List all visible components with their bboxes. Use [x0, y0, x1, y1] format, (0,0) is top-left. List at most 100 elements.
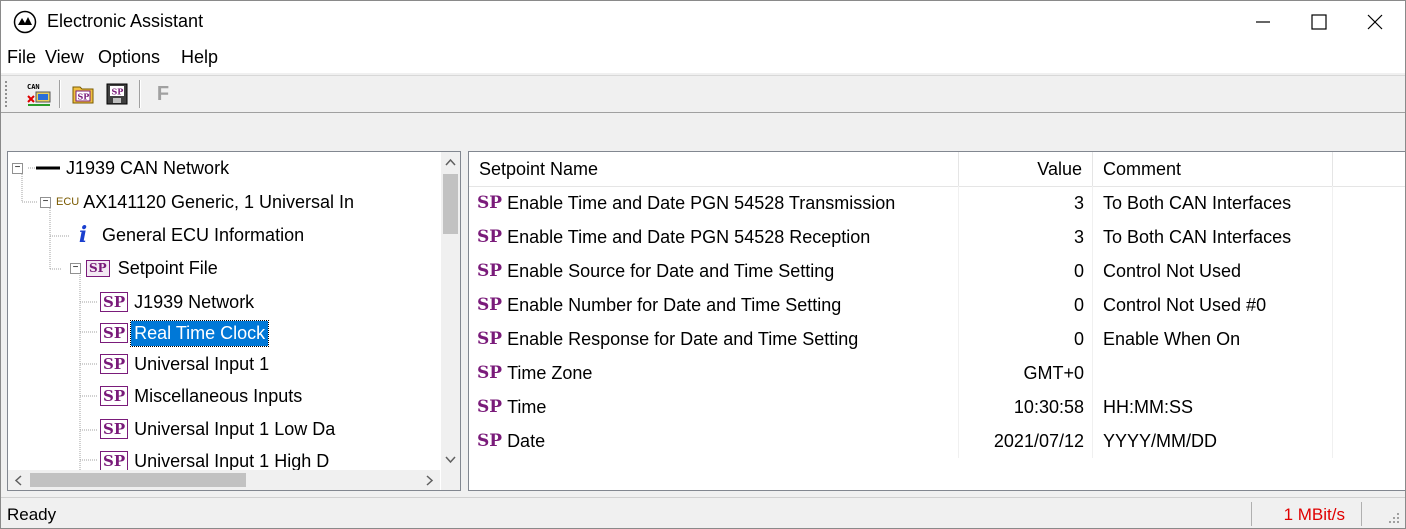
maximize-icon: [1311, 13, 1327, 30]
tree-expander-setpoint-file[interactable]: −: [70, 263, 81, 274]
menu-view[interactable]: View: [45, 47, 84, 68]
setpoint-name: Date: [507, 430, 546, 451]
setpoint-icon: SP: [100, 292, 129, 312]
table-row[interactable]: SP Enable Number for Date and Time Settin…: [469, 288, 1405, 322]
tree-horizontal-scroll-thumb[interactable]: [30, 473, 246, 487]
tree-label-setpoint-item: Miscellaneous Inputs: [134, 385, 303, 406]
menu-help[interactable]: Help: [181, 47, 218, 68]
tree-node-general-info[interactable]: i General ECU Information: [72, 220, 304, 250]
table-row[interactable]: SP Time Zone GMT+0: [469, 356, 1405, 390]
resize-grip-icon[interactable]: [1387, 511, 1401, 525]
cell-value[interactable]: 3: [959, 220, 1093, 254]
setpoint-name: Enable Source for Date and Time Setting: [507, 260, 835, 281]
tree-label-ecu: AX141120 Generic, 1 Universal In: [83, 191, 355, 212]
table-header: Setpoint Name Value Comment: [469, 152, 1405, 187]
tree-node-ecu[interactable]: ECU AX141120 Generic, 1 Universal In: [56, 187, 354, 217]
scroll-up-icon[interactable]: [445, 158, 456, 166]
cell-comment: To Both CAN Interfaces: [1093, 186, 1333, 220]
table-row[interactable]: SP Enable Time and Date PGN 54528 Recepti…: [469, 220, 1405, 254]
setpoint-icon: SP: [477, 329, 503, 349]
toolbar-grip[interactable]: [5, 81, 10, 107]
setpoint-icon: SP: [477, 363, 503, 383]
setpoint-name: Time: [507, 396, 547, 417]
scroll-right-icon[interactable]: [426, 475, 434, 486]
save-setpoint-button[interactable]: SP: [103, 80, 131, 108]
cell-value[interactable]: 10:30:58: [959, 390, 1093, 424]
save-setpoint-icon: SP: [106, 83, 128, 105]
can-connect-button[interactable]: CAN: [25, 80, 53, 108]
menu-file[interactable]: File: [7, 47, 36, 68]
tree-node-setpoint-item[interactable]: SP Universal Input 1: [100, 349, 269, 379]
tree-node-setpoint-item[interactable]: SP J1939 Network: [100, 287, 254, 317]
setpoint-name: Enable Response for Date and Time Settin…: [507, 328, 859, 349]
scroll-corner: [441, 470, 460, 490]
network-line-icon: [36, 166, 60, 170]
cell-comment: Control Not Used: [1093, 254, 1333, 288]
table-row[interactable]: SP Enable Source for Date and Time Settin…: [469, 254, 1405, 288]
tree-node-setpoint-item[interactable]: SP Miscellaneous Inputs: [100, 381, 302, 411]
column-header-comment[interactable]: Comment: [1093, 152, 1333, 186]
setpoint-icon: SP: [477, 193, 503, 213]
tree-node-setpoint-item[interactable]: SP Universal Input 1 Low Da: [100, 414, 335, 444]
svg-text:SP: SP: [78, 92, 90, 102]
ecu-icon: ECU: [56, 196, 80, 208]
svg-text:CAN: CAN: [27, 83, 40, 91]
table-row[interactable]: SP Date 2021/07/12 YYYY/MM/DD: [469, 424, 1405, 458]
tree-node-setpoint-item[interactable]: SP Universal Input 1 High D: [100, 446, 329, 470]
cell-comment: YYYY/MM/DD: [1093, 424, 1333, 458]
cell-setpoint-name: SP Enable Time and Date PGN 54528 Transmi…: [469, 186, 959, 220]
tree-content: − J1939 CAN Network − ECU AX141120 Gener…: [8, 152, 440, 470]
cell-value[interactable]: 0: [959, 322, 1093, 356]
table-row[interactable]: SP Enable Response for Date and Time Sett…: [469, 322, 1405, 356]
scroll-left-icon[interactable]: [14, 475, 22, 486]
setpoint-icon: SP: [100, 451, 129, 470]
setpoint-icon: SP: [100, 354, 129, 374]
tree-label-setpoint-item: Universal Input 1 High D: [134, 450, 330, 471]
column-header-value[interactable]: Value: [959, 152, 1093, 186]
cell-value[interactable]: 2021/07/12: [959, 424, 1093, 458]
status-separator: [1361, 502, 1362, 526]
cell-comment: Control Not Used #0: [1093, 288, 1333, 322]
tree-node-setpoint-item-selected[interactable]: SP Real Time Clock: [100, 318, 270, 348]
cell-value[interactable]: GMT+0: [959, 356, 1093, 390]
close-icon: [1367, 14, 1383, 29]
table-row[interactable]: SP Enable Time and Date PGN 54528 Transmi…: [469, 186, 1405, 220]
cell-value[interactable]: 3: [959, 186, 1093, 220]
tree-label-network: J1939 CAN Network: [66, 157, 230, 178]
open-setpoint-button[interactable]: SP: [69, 80, 97, 108]
tree-vertical-scroll-thumb[interactable]: [443, 174, 458, 234]
cell-value[interactable]: 0: [959, 254, 1093, 288]
tree-node-setpoint-file[interactable]: SP Setpoint File: [86, 253, 218, 283]
maximize-button[interactable]: [1291, 1, 1347, 42]
tree-vertical-scrollbar[interactable]: [441, 152, 460, 470]
cell-value[interactable]: 0: [959, 288, 1093, 322]
cell-setpoint-name: SP Enable Time and Date PGN 54528 Recepti…: [469, 220, 959, 254]
table-row[interactable]: SP Time 10:30:58 HH:MM:SS: [469, 390, 1405, 424]
tree-label-setpoint-item: Universal Input 1: [134, 353, 270, 374]
tree-expander-ecu[interactable]: −: [40, 197, 51, 208]
app-window: Electronic Assistant File View Options H…: [0, 0, 1406, 529]
title-bar[interactable]: Electronic Assistant: [1, 1, 1405, 42]
minimize-button[interactable]: [1235, 1, 1291, 42]
setpoint-icon: SP: [100, 419, 129, 439]
status-bar: Ready 1 MBit/s: [1, 497, 1405, 528]
tree-label-setpoint-item: Real Time Clock: [130, 319, 270, 347]
setpoint-name: Time Zone: [507, 362, 593, 383]
scroll-down-icon[interactable]: [445, 456, 456, 464]
setpoint-table: Setpoint Name Value Comment SP Enable Tim…: [468, 151, 1405, 491]
tree-node-network[interactable]: J1939 CAN Network: [36, 153, 229, 183]
menu-options[interactable]: Options: [98, 47, 160, 68]
column-header-setpoint-name[interactable]: Setpoint Name: [469, 152, 959, 186]
flash-button[interactable]: F: [149, 80, 177, 108]
tree-horizontal-scrollbar[interactable]: [8, 470, 440, 490]
setpoint-icon: SP: [477, 261, 503, 281]
tree-expander-network[interactable]: −: [12, 163, 23, 174]
close-button[interactable]: [1347, 1, 1403, 42]
cell-comment: Enable When On: [1093, 322, 1333, 356]
tree-label-setpoint-file: Setpoint File: [117, 257, 218, 278]
cell-setpoint-name: SP Date: [469, 424, 959, 458]
setpoint-icon: SP: [477, 397, 503, 417]
menu-bar: File View Options Help: [1, 42, 1405, 73]
tree-view[interactable]: − J1939 CAN Network − ECU AX141120 Gener…: [7, 151, 461, 491]
setpoint-icon: SP: [477, 295, 503, 315]
